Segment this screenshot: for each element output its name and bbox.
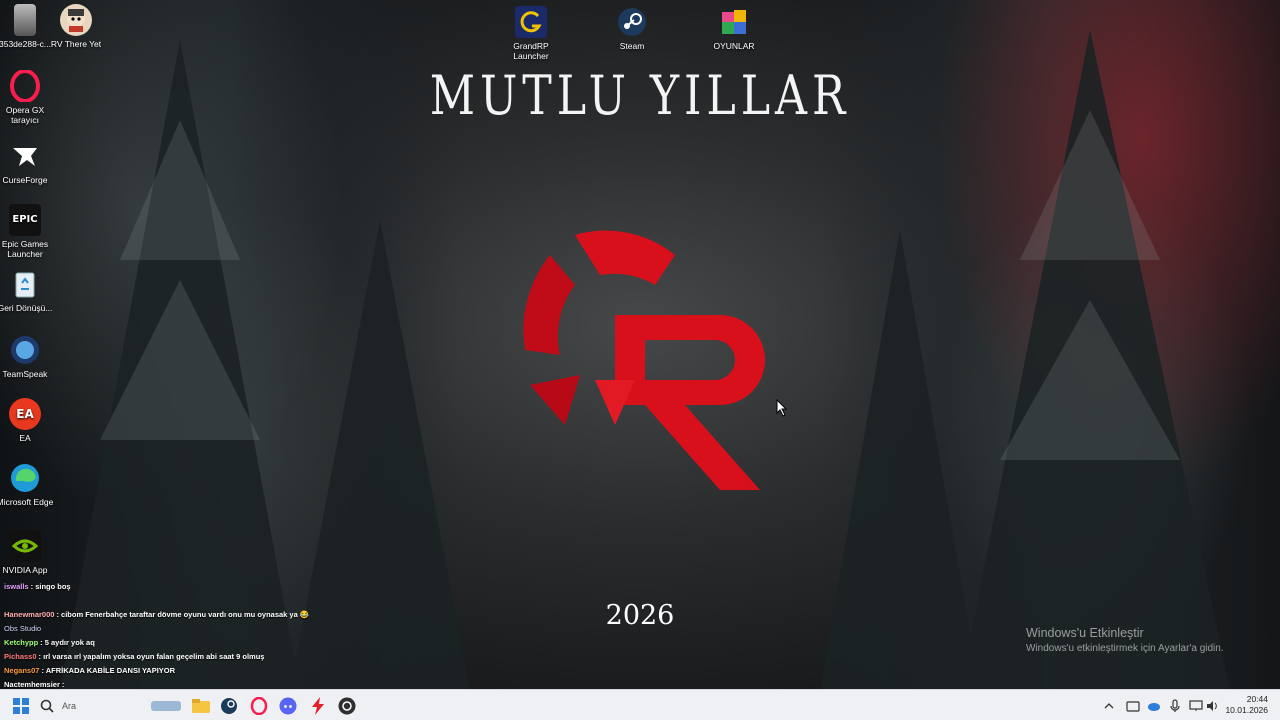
file-explorer-icon bbox=[192, 699, 210, 713]
taskbar: Ara 20:44 10.01.2026 bbox=[0, 689, 1280, 720]
opera-gx-icon bbox=[250, 697, 268, 715]
cloud-icon bbox=[1148, 703, 1160, 711]
desktop-icon-grandrp[interactable]: GrandRP Launcher bbox=[501, 6, 561, 61]
tray-sync[interactable] bbox=[1122, 695, 1144, 717]
gr-logo-graphic bbox=[523, 230, 765, 490]
tray-clock[interactable]: 20:44 10.01.2026 bbox=[1225, 694, 1268, 716]
curseforge-icon bbox=[9, 140, 41, 172]
obs-icon bbox=[338, 697, 356, 715]
steam-icon bbox=[221, 698, 237, 714]
taskbar-steam[interactable] bbox=[218, 695, 240, 717]
chat-line: Negans07: AFRİKADA KABİLE DANSI YAPIYOR bbox=[4, 666, 176, 675]
opera-gx-icon bbox=[9, 70, 41, 102]
taskbar-opera-gx[interactable] bbox=[248, 695, 270, 717]
desktop-icon-teamspeak[interactable]: TeamSpeak bbox=[0, 334, 55, 379]
desktop-icon-epic-games[interactable]: EPIC Epic Games Launcher bbox=[0, 204, 55, 259]
desktop-icon-oyunlar[interactable]: OYUNLAR bbox=[704, 6, 764, 51]
desktop-icon-edge[interactable]: Microsoft Edge bbox=[0, 462, 55, 507]
teamspeak-icon bbox=[9, 334, 41, 366]
wallpaper-title: MUTLU YILLAR bbox=[429, 64, 851, 127]
microphone-icon bbox=[1170, 699, 1180, 712]
chat-line: Ketchypp: 5 aydır yok aq bbox=[4, 638, 95, 647]
ea-icon: EA bbox=[9, 398, 41, 430]
widgets-button[interactable] bbox=[150, 695, 182, 717]
folder-games-icon bbox=[718, 6, 750, 38]
tray-volume[interactable] bbox=[1202, 695, 1224, 717]
image-file-icon bbox=[14, 4, 36, 36]
desktop-icon-recycle-bin[interactable]: Geri Dönüşü... bbox=[0, 268, 55, 313]
activation-title: Windows'u Etkinleştir bbox=[1026, 626, 1144, 640]
desktop-icon-nvidia[interactable]: NVIDIA App bbox=[0, 530, 55, 575]
desktop-icon-curseforge[interactable]: CurseForge bbox=[0, 140, 55, 185]
start-button[interactable] bbox=[10, 695, 32, 717]
taskbar-discord[interactable] bbox=[277, 695, 299, 717]
windows-start-icon bbox=[13, 698, 29, 714]
grandrp-icon bbox=[515, 6, 547, 38]
mouse-cursor-icon bbox=[776, 399, 788, 417]
tray-date: 10.01.2026 bbox=[1225, 705, 1268, 715]
search-icon bbox=[40, 699, 54, 713]
chat-line: iswalls: singo boş bbox=[4, 582, 71, 591]
widgets-icon bbox=[151, 701, 181, 711]
chevron-up-icon bbox=[1104, 703, 1114, 709]
desktop-icon-opera-gx[interactable]: Opera GX tarayıcı bbox=[0, 70, 55, 125]
desktop-icon-steam[interactable]: Steam bbox=[602, 6, 662, 51]
windows-activation-watermark: Windows'u Etkinleştir Windows'u etkinleş… bbox=[1026, 626, 1224, 654]
desktop-icon-rv-there-yet[interactable]: RV There Yet bbox=[46, 4, 106, 49]
chat-line: Pichass0: ırl varsa ırl yapalım yoksa oy… bbox=[4, 652, 265, 661]
search-placeholder: Ara bbox=[62, 701, 77, 711]
discord-icon bbox=[279, 697, 297, 715]
tray-overflow-button[interactable] bbox=[1101, 695, 1117, 717]
steam-icon bbox=[616, 6, 648, 38]
taskbar-search-box[interactable]: Ara bbox=[40, 695, 140, 717]
edge-icon bbox=[9, 462, 41, 494]
stream-chat-overlay: iswalls: singo boş Hanewmar000: cibom Fe… bbox=[4, 580, 309, 692]
rv-there-yet-icon bbox=[60, 4, 92, 36]
chat-line: Obs Studio bbox=[4, 624, 42, 633]
taskbar-file-explorer[interactable] bbox=[190, 695, 212, 717]
recycle-bin-icon bbox=[9, 268, 41, 300]
activation-subtitle: Windows'u etkinleştirmek için Ayarlar'a … bbox=[1026, 643, 1224, 654]
tray-time: 20:44 bbox=[1246, 694, 1268, 704]
chat-line: Hanewmar000: cibom Fenerbahçe taraftar d… bbox=[4, 610, 310, 619]
nvidia-icon bbox=[9, 530, 41, 562]
epic-games-icon: EPIC bbox=[9, 204, 41, 236]
sync-icon bbox=[1126, 701, 1140, 712]
volume-icon bbox=[1207, 701, 1217, 711]
lightning-app-icon bbox=[312, 697, 324, 715]
taskbar-obs[interactable] bbox=[336, 695, 358, 717]
tray-microphone[interactable] bbox=[1164, 695, 1186, 717]
network-icon bbox=[1189, 700, 1203, 711]
tray-cloud[interactable] bbox=[1143, 695, 1165, 717]
desktop-icon-ea[interactable]: EA EA bbox=[0, 398, 55, 443]
taskbar-lightning-app[interactable] bbox=[307, 695, 329, 717]
